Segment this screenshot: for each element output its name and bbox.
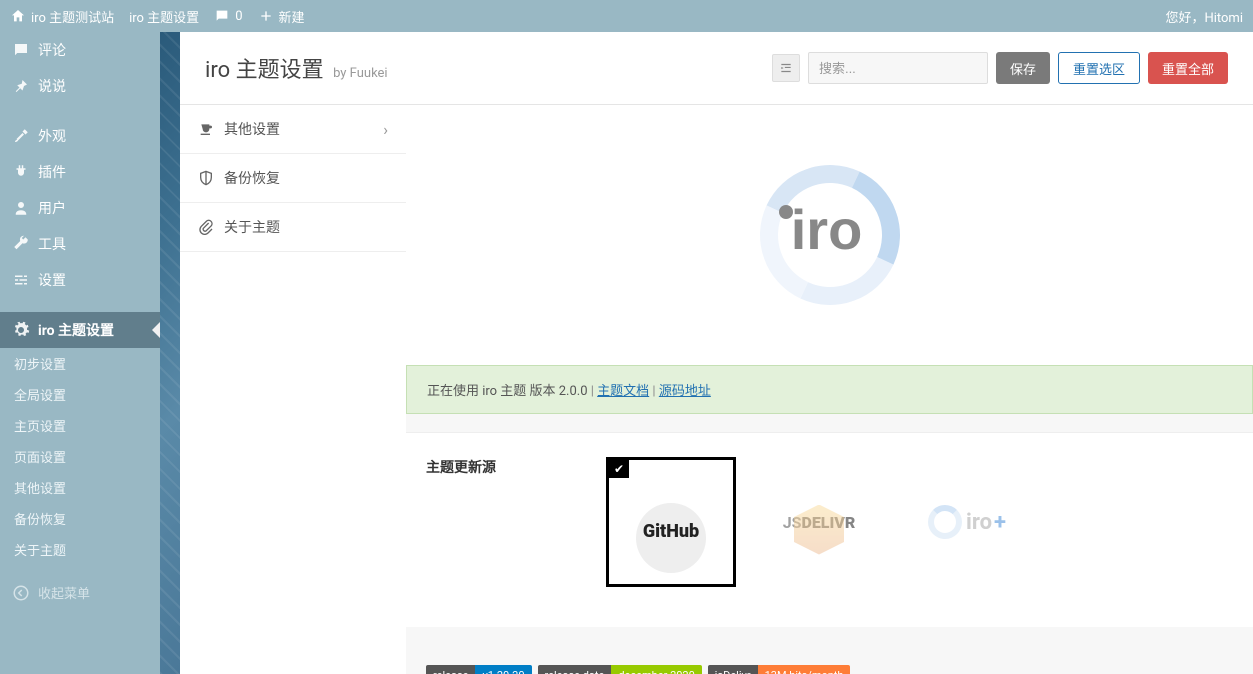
collapse-icon bbox=[12, 584, 30, 602]
sliders-icon bbox=[12, 271, 30, 289]
comment-icon bbox=[12, 41, 30, 59]
page-title: iro 主题设置 by Fuukei bbox=[205, 52, 388, 84]
sidebar-submenu: 初步设置 全局设置 主页设置 页面设置 其他设置 备份恢复 关于主题 bbox=[0, 348, 160, 565]
brush-icon bbox=[12, 127, 30, 145]
reset-all-button[interactable]: 重置全部 bbox=[1148, 52, 1228, 84]
choice-jsdelivr[interactable]: JSDELIVR bbox=[754, 457, 884, 587]
save-button[interactable]: 保存 bbox=[996, 52, 1050, 84]
topbar-site-name: iro 主题测试站 bbox=[31, 7, 114, 26]
home-icon bbox=[10, 8, 26, 24]
sidebar-sub-backup[interactable]: 备份恢复 bbox=[0, 503, 160, 534]
option-label: 主题更新源 bbox=[426, 457, 586, 477]
comment-count: 0 bbox=[235, 9, 242, 24]
notice-text: 正在使用 iro 主题 版本 2.0.0 bbox=[427, 384, 588, 399]
search-input[interactable] bbox=[808, 52, 988, 84]
option-update-source: 主题更新源 GitHub JSDELIVR bbox=[406, 432, 1253, 627]
sidebar-sub-home[interactable]: 主页设置 bbox=[0, 410, 160, 441]
sidebar-item-plugins[interactable]: 插件 bbox=[0, 154, 160, 190]
page-subtitle: by Fuukei bbox=[333, 66, 388, 81]
settings-body: iro 正在使用 iro 主题 版本 2.0.0 | 主题文档 | 源码地址 主… bbox=[406, 105, 1253, 674]
pin-icon bbox=[12, 77, 30, 95]
sidebar-item-tools[interactable]: 工具 bbox=[0, 226, 160, 262]
gear-icon bbox=[12, 321, 30, 339]
cup-icon bbox=[198, 121, 214, 137]
sidebar-item-users[interactable]: 用户 bbox=[0, 190, 160, 226]
choice-github[interactable]: GitHub bbox=[606, 457, 736, 587]
shield-icon bbox=[198, 170, 214, 186]
theme-logo-area: iro bbox=[406, 105, 1253, 365]
badge-release-date: release datedecember 2020 bbox=[538, 665, 702, 674]
sidebar-sub-other[interactable]: 其他设置 bbox=[0, 472, 160, 503]
sidebar-item-comments[interactable]: 评论 bbox=[0, 32, 160, 68]
sidebar-sub-initial[interactable]: 初步设置 bbox=[0, 348, 160, 379]
settings-nav-about[interactable]: 关于主题 bbox=[180, 203, 406, 252]
sidebar-sub-global[interactable]: 全局设置 bbox=[0, 379, 160, 410]
sidebar-collapse[interactable]: 收起菜单 bbox=[0, 573, 160, 612]
sidebar-sub-about[interactable]: 关于主题 bbox=[0, 534, 160, 565]
plugin-icon bbox=[12, 163, 30, 181]
sidebar-sub-page[interactable]: 页面设置 bbox=[0, 441, 160, 472]
settings-nav-backup[interactable]: 备份恢复 bbox=[180, 154, 406, 203]
topbar-new[interactable]: 新建 bbox=[258, 7, 305, 26]
settings-header: iro 主题设置 by Fuukei 保存 重置选区 重置全部 bbox=[180, 32, 1253, 105]
version-notice: 正在使用 iro 主题 版本 2.0.0 | 主题文档 | 源码地址 bbox=[406, 365, 1253, 414]
docs-link[interactable]: 主题文档 bbox=[597, 384, 649, 399]
topbar-greeting[interactable]: 您好，Hitomi bbox=[1165, 7, 1243, 26]
badges-row: releasev1.20.20 release datedecember 202… bbox=[406, 657, 1253, 674]
content-area: iro 主题设置 by Fuukei 保存 重置选区 重置全部 其他设置 › bbox=[180, 32, 1253, 674]
comment-icon bbox=[214, 8, 230, 24]
user-icon bbox=[12, 199, 30, 217]
iro-logo: iro bbox=[750, 155, 910, 315]
sidebar-item-appearance[interactable]: 外观 bbox=[0, 118, 160, 154]
plus-icon bbox=[258, 8, 274, 24]
chevron-right-icon: › bbox=[383, 120, 388, 139]
paperclip-icon bbox=[198, 219, 214, 235]
wrench-icon bbox=[12, 235, 30, 253]
settings-nav-other[interactable]: 其他设置 › bbox=[180, 105, 406, 154]
topbar-comments[interactable]: 0 bbox=[214, 8, 242, 24]
iro-icon bbox=[928, 505, 962, 539]
source-link[interactable]: 源码地址 bbox=[659, 384, 711, 399]
sidebar-item-shuoshuo[interactable]: 说说 bbox=[0, 68, 160, 104]
settings-nav: 其他设置 › 备份恢复 关于主题 bbox=[180, 105, 406, 674]
reset-selection-button[interactable]: 重置选区 bbox=[1058, 52, 1140, 84]
admin-sidebar: 评论 说说 外观 插件 用户 工具 设置 iro 主题设置 初步设置 全局设置 … bbox=[0, 32, 160, 674]
indent-icon bbox=[779, 61, 793, 75]
topbar-site-link[interactable]: iro 主题测试站 bbox=[10, 7, 114, 26]
badge-jsdelivr: jsDelivr13M hits/month bbox=[708, 665, 851, 674]
background-strip bbox=[160, 32, 180, 674]
badge-release: releasev1.20.20 bbox=[426, 665, 532, 674]
sidebar-item-settings[interactable]: 设置 bbox=[0, 262, 160, 298]
topbar-settings-link[interactable]: iro 主题设置 bbox=[129, 7, 199, 26]
panel-collapse-button[interactable] bbox=[772, 54, 800, 82]
sidebar-item-iro-settings[interactable]: iro 主题设置 bbox=[0, 312, 160, 348]
admin-topbar: iro 主题测试站 iro 主题设置 0 新建 您好，Hitomi bbox=[0, 0, 1253, 32]
choice-iroplus[interactable]: iro+ bbox=[902, 457, 1032, 587]
